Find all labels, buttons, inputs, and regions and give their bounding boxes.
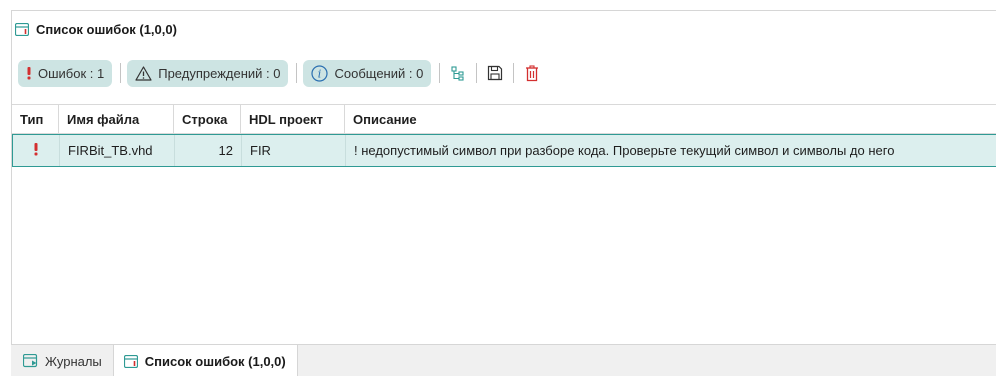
toolbar-separator (476, 63, 478, 83)
hierarchy-icon[interactable] (447, 62, 469, 84)
grid-header: Тип Имя файла Строка HDL проект Описание (12, 104, 996, 134)
column-header-file[interactable]: Имя файла (59, 105, 174, 133)
row-project-cell: FIR (242, 135, 346, 166)
tab-journals-label: Журналы (45, 353, 102, 369)
toolbar-separator (296, 63, 298, 83)
row-line-cell: 12 (175, 135, 242, 166)
column-header-type[interactable]: Тип (12, 105, 59, 133)
column-header-line[interactable]: Строка (174, 105, 241, 133)
panel-title-bar: Список ошибок (1,0,0) (12, 11, 996, 47)
window-list-icon (14, 22, 30, 36)
tab-error-list-label: Список ошибок (1,0,0) (144, 353, 286, 369)
warnings-filter-label: Предупреждений : 0 (158, 65, 281, 81)
row-file-cell: FIRBit_TB.vhd (60, 135, 175, 166)
trash-icon[interactable] (521, 62, 543, 84)
messages-filter-label: Сообщений : 0 (334, 65, 424, 81)
window-list-icon (123, 354, 138, 368)
svg-text:i: i (318, 67, 322, 80)
tab-error-list[interactable]: Список ошибок (1,0,0) (112, 345, 298, 376)
messages-filter-button[interactable]: i Сообщений : 0 (303, 59, 432, 87)
errors-filter-button[interactable]: Ошибок : 1 (18, 59, 113, 87)
bottom-tab-bar: Журналы Список ошибок (1,0,0) (11, 344, 996, 376)
info-circle-icon: i (311, 64, 329, 82)
errors-filter-label: Ошибок : 1 (38, 65, 105, 81)
error-list-panel: Список ошибок (1,0,0) Ошибок : 1 Предупр… (11, 10, 996, 344)
exclamation-icon (26, 66, 32, 80)
save-icon[interactable] (484, 62, 506, 84)
row-type-cell (13, 135, 60, 166)
toolbar-separator (439, 63, 441, 83)
exclamation-icon (33, 142, 39, 159)
column-header-project[interactable]: HDL проект (241, 105, 345, 133)
toolbar-separator (513, 63, 515, 83)
warnings-filter-button[interactable]: Предупреждений : 0 (127, 59, 289, 87)
error-list-toolbar: Ошибок : 1 Предупреждений : 0 i Сообщени (18, 58, 544, 88)
row-description-cell: ! недопустимый символ при разборе кода. … (354, 143, 895, 158)
tab-journals[interactable]: Журналы (11, 345, 113, 376)
journal-icon (23, 354, 38, 368)
toolbar-separator (120, 63, 122, 83)
column-header-description[interactable]: Описание (345, 105, 996, 133)
table-row[interactable]: FIRBit_TB.vhd 12 FIR ! недопустимый симв… (12, 134, 996, 167)
warning-triangle-icon (135, 65, 152, 81)
panel-title: Список ошибок (1,0,0) (36, 21, 177, 37)
error-grid: Тип Имя файла Строка HDL проект Описание… (12, 104, 996, 167)
